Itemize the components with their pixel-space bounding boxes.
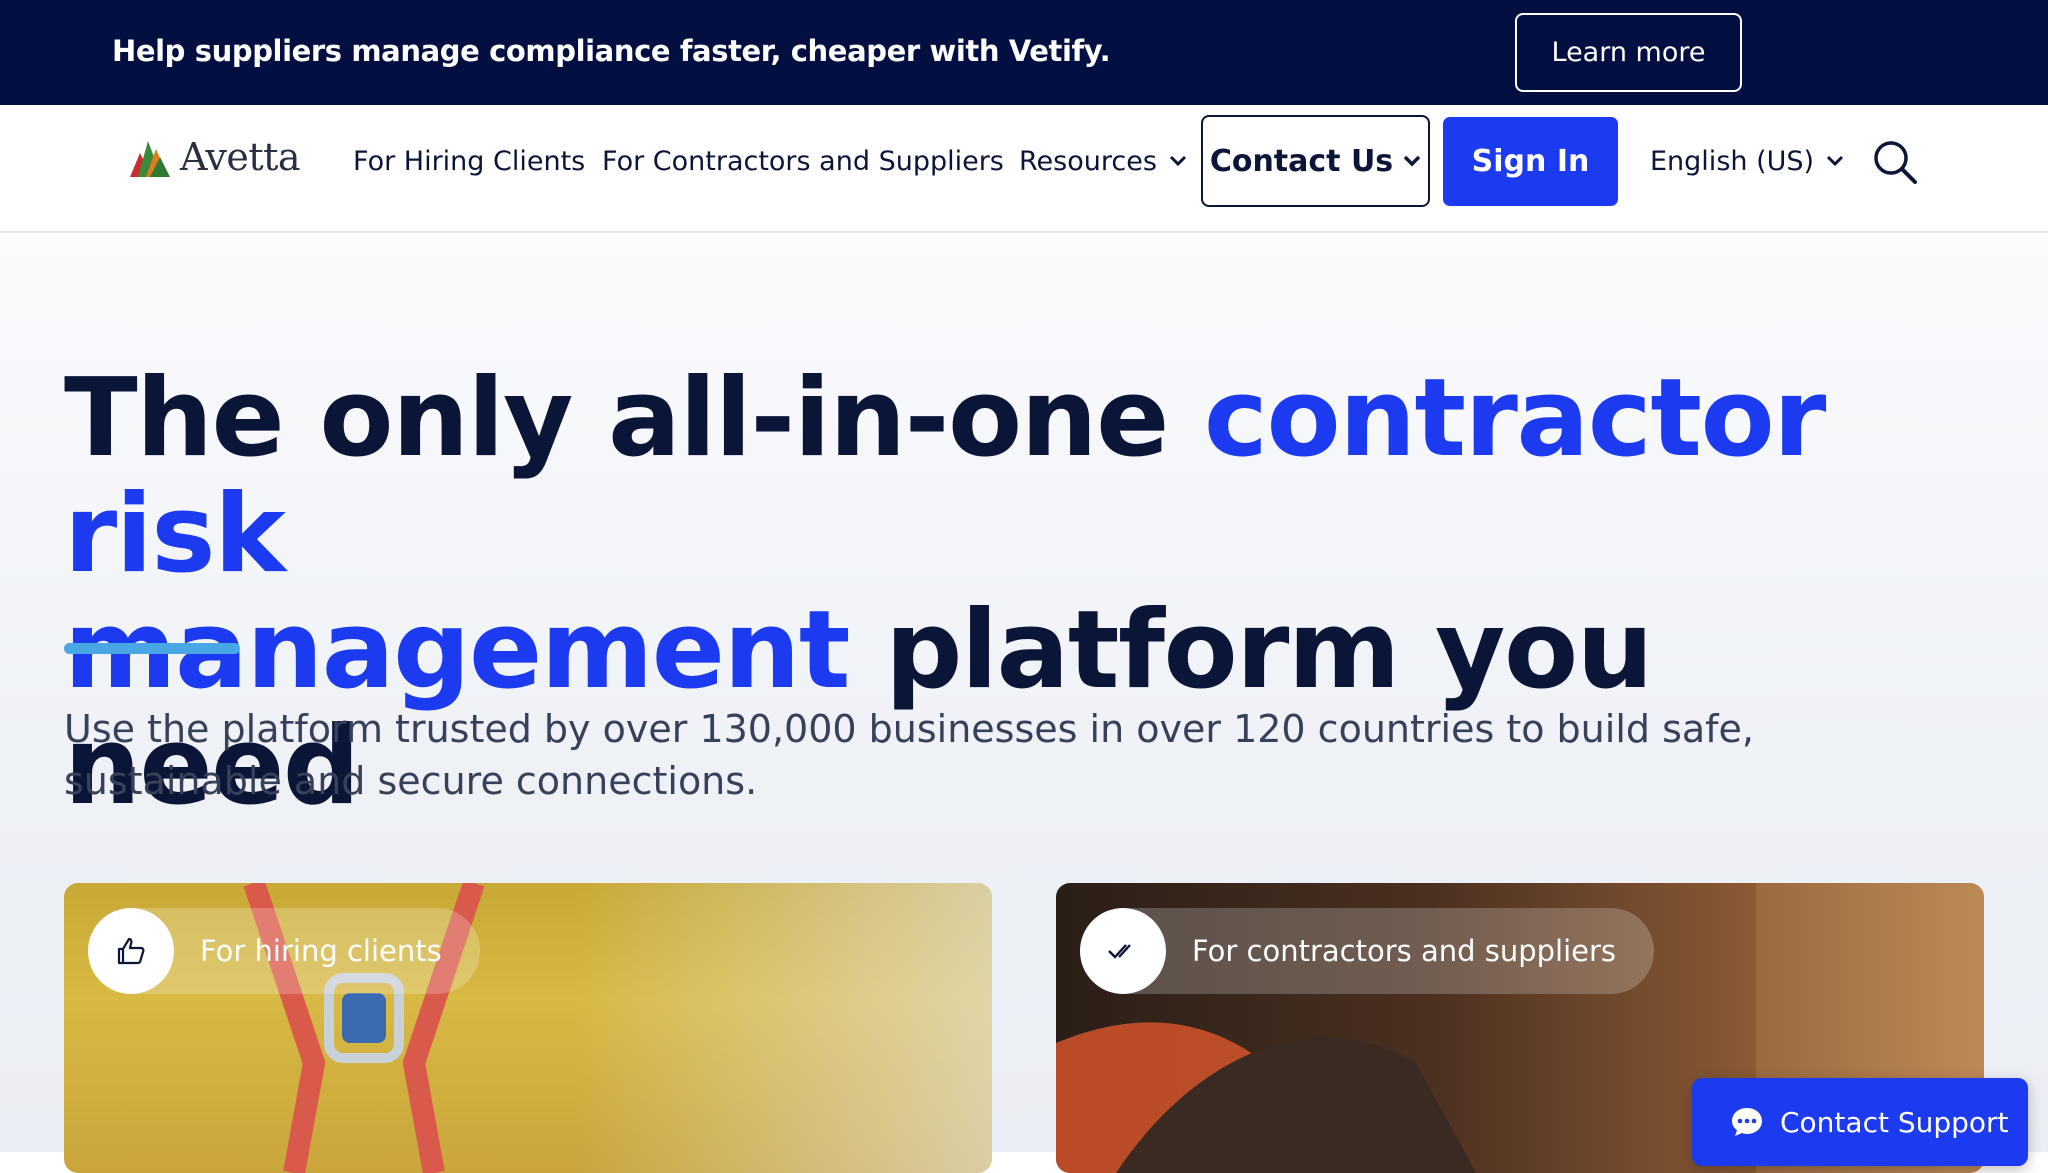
- hiring-clients-card[interactable]: For hiring clients: [64, 883, 992, 1173]
- hero-section: The only all-in-one contractor risk manag…: [0, 233, 2048, 1173]
- search-icon[interactable]: [1872, 139, 1918, 185]
- thumbs-up-icon-wrap: [88, 908, 174, 994]
- language-label: English (US): [1650, 145, 1815, 177]
- contact-support-button[interactable]: Contact Support: [1692, 1078, 2028, 1166]
- banner-text: Help suppliers manage compliance faster,…: [112, 34, 1111, 68]
- double-check-icon: [1108, 944, 1131, 959]
- double-check-icon-wrap: [1080, 908, 1166, 994]
- nav-contractors-suppliers[interactable]: For Contractors and Suppliers: [602, 141, 1004, 181]
- nav-resources[interactable]: Resources: [1019, 141, 1187, 181]
- chevron-down-icon: [1403, 155, 1421, 167]
- headline-part1: The only all-in-one: [64, 356, 1204, 481]
- card-label: For contractors and suppliers: [1192, 934, 1617, 968]
- avetta-logo-icon: [130, 141, 170, 177]
- main-nav: Avetta For Hiring Clients For Contractor…: [0, 105, 2048, 233]
- card-label: For hiring clients: [200, 934, 442, 968]
- card-label-pill: For hiring clients: [88, 908, 480, 994]
- chat-icon: [1732, 1108, 1762, 1136]
- sign-in-button[interactable]: Sign In: [1443, 117, 1618, 206]
- logo[interactable]: Avetta: [128, 133, 301, 181]
- hero-subtext: Use the platform trusted by over 130,000…: [64, 707, 1754, 803]
- contact-support-label: Contact Support: [1780, 1105, 2009, 1139]
- chevron-down-icon: [1826, 155, 1844, 167]
- thumbs-up-icon: [117, 937, 145, 965]
- nav-resources-label: Resources: [1019, 145, 1157, 177]
- accent-divider: [64, 643, 240, 654]
- logo-text: Avetta: [180, 135, 301, 179]
- language-selector[interactable]: English (US): [1650, 141, 1844, 181]
- nav-hiring-clients-label: For Hiring Clients: [353, 145, 586, 177]
- learn-more-button[interactable]: Learn more: [1515, 13, 1742, 92]
- nav-contractors-label: For Contractors and Suppliers: [602, 145, 1004, 177]
- promo-banner: Help suppliers manage compliance faster,…: [0, 0, 2048, 105]
- contact-us-button[interactable]: Contact Us: [1201, 115, 1430, 207]
- card-label-pill: For contractors and suppliers: [1080, 908, 1655, 994]
- contact-us-label: Contact Us: [1209, 143, 1394, 179]
- nav-hiring-clients[interactable]: For Hiring Clients: [353, 141, 585, 181]
- chevron-down-icon: [1169, 155, 1186, 167]
